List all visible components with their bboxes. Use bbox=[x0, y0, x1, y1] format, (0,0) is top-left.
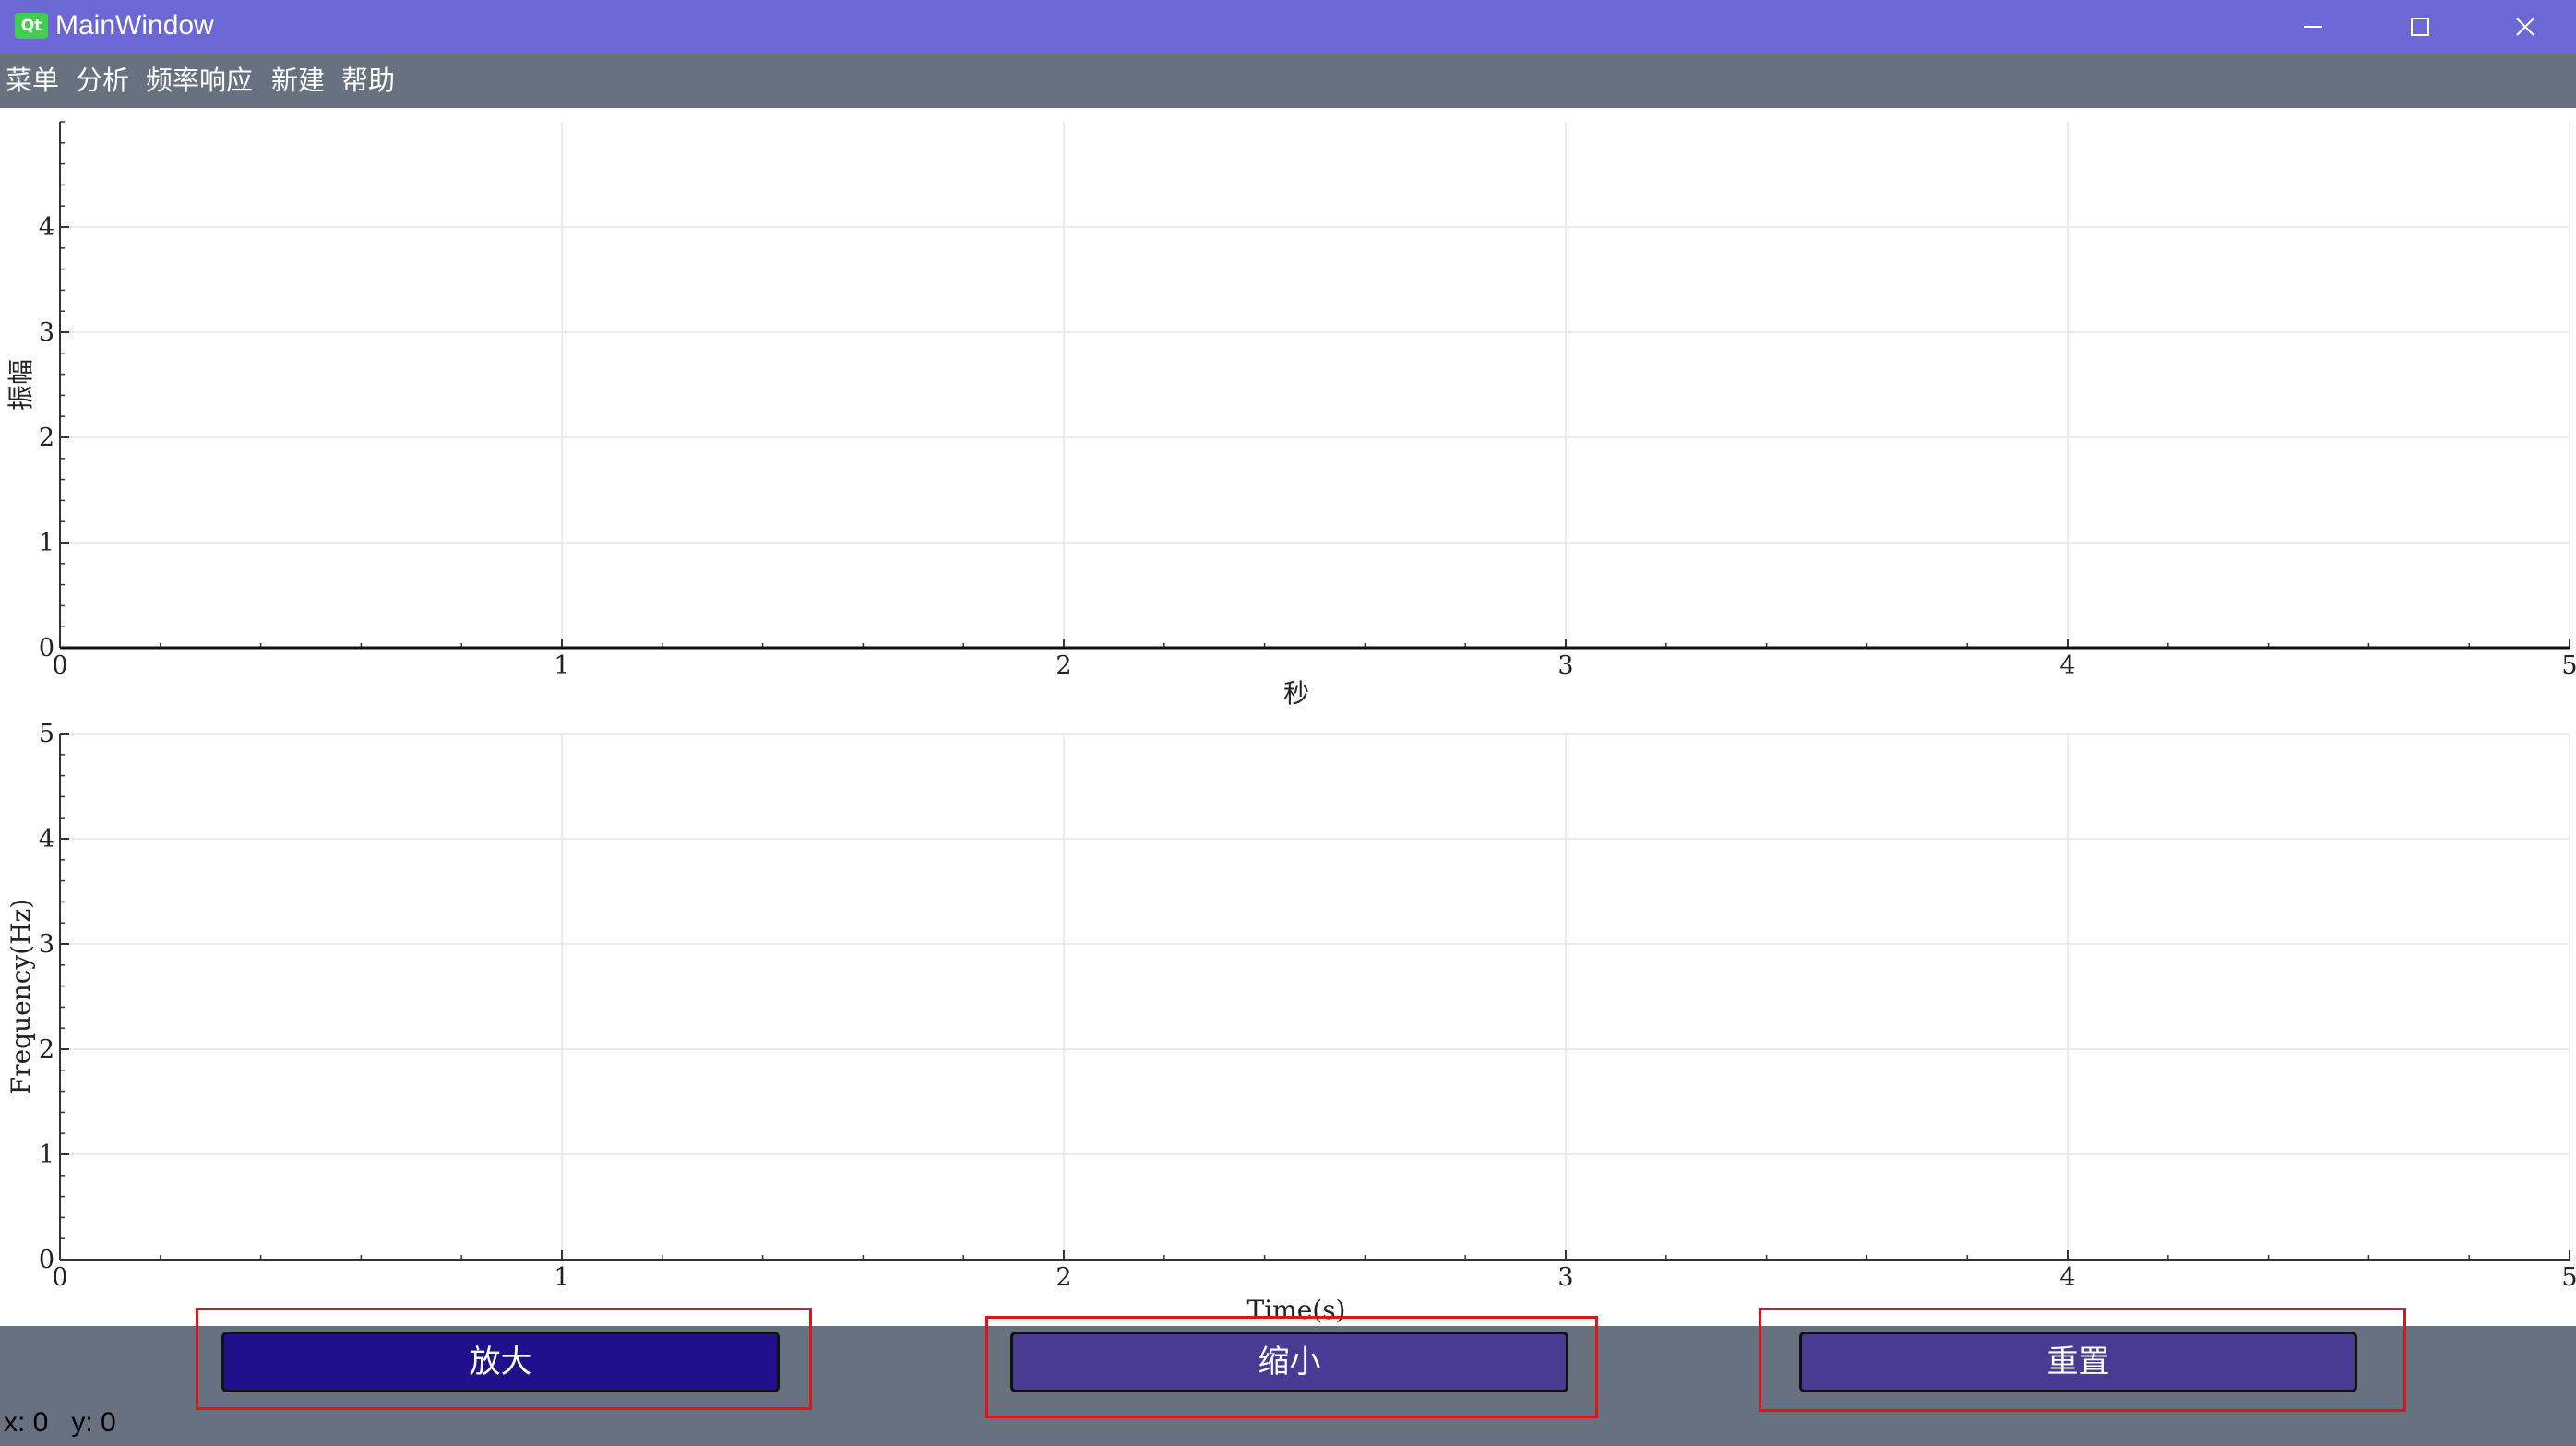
plot2-x-tick-label: 5 bbox=[2561, 1263, 2576, 1292]
menu-item-analysis[interactable]: 分析 bbox=[76, 62, 129, 99]
plot2-x-tick-label: 2 bbox=[1055, 1263, 1071, 1292]
plot1-x-tick-label: 2 bbox=[1055, 651, 1071, 680]
plot1-y-tick-label: 4 bbox=[39, 213, 54, 242]
plot1-x-tick-label: 3 bbox=[1557, 651, 1573, 680]
menu-item-new[interactable]: 新建 bbox=[271, 62, 325, 99]
plot2-x-tick-label: 1 bbox=[554, 1263, 569, 1292]
menu-item-frequency-response[interactable]: 频率响应 bbox=[146, 62, 253, 99]
plot2-y-tick-label: 4 bbox=[39, 825, 54, 854]
maximize-button[interactable] bbox=[2369, 0, 2471, 53]
plot1-y-tick-label: 1 bbox=[39, 529, 54, 557]
window-title: MainWindow bbox=[55, 10, 214, 41]
plot2-x-axis-title: Time(s) bbox=[1247, 1295, 1346, 1325]
plot1-x-axis-title: 秒 bbox=[1283, 678, 1309, 709]
plot2-y-axis-title: Frequency(Hz) bbox=[6, 899, 36, 1094]
zoom-out-button[interactable]: 缩小 bbox=[1010, 1332, 1568, 1392]
plot2-y-tick-label: 3 bbox=[39, 930, 54, 959]
reset-button[interactable]: 重置 bbox=[1799, 1332, 2357, 1392]
plots-canvas[interactable]: 0 1 2 3 4 501234秒振幅0 1 2 3 4 5012345Time(s)Frequen… bbox=[0, 108, 2576, 1326]
coordinate-readout: x: 0 y: 0 bbox=[4, 1407, 116, 1439]
plot1-y-tick-label: 3 bbox=[39, 318, 54, 347]
qt-logo-icon: Qt bbox=[15, 13, 48, 39]
plot2-x-tick-label: 4 bbox=[2059, 1263, 2075, 1292]
plot1-y-axis-title: 振幅 bbox=[6, 359, 36, 411]
y-coordinate: y: 0 bbox=[71, 1407, 116, 1438]
plot1-x-tick-label: 4 bbox=[2059, 651, 2075, 680]
plot1-x-tick-label: 5 bbox=[2561, 651, 2576, 680]
plot-area[interactable]: 0 1 2 3 4 5 0 1 2 3 4 秒振幅 0 1 2 3 4 5 0 1 2 3 4 5 Time(s) Frequen… bbox=[0, 108, 2576, 1326]
close-button[interactable] bbox=[2475, 0, 2576, 53]
x-coordinate: x: 0 bbox=[4, 1407, 49, 1438]
minimize-button[interactable] bbox=[2262, 0, 2364, 53]
plot1-x-tick-label: 1 bbox=[554, 651, 569, 680]
title-bar: Qt MainWindow bbox=[0, 0, 2576, 53]
plot2-x-tick-label: 3 bbox=[1557, 1263, 1573, 1292]
plot2-y-tick-label: 1 bbox=[39, 1141, 54, 1169]
minimize-icon bbox=[2304, 26, 2322, 28]
plot1-y-tick-label: 2 bbox=[39, 424, 54, 452]
plot1-y-tick-label: 0 bbox=[39, 634, 54, 663]
maximize-icon bbox=[2411, 18, 2429, 36]
close-icon bbox=[2516, 18, 2534, 36]
zoom-in-button[interactable]: 放大 bbox=[221, 1332, 780, 1392]
control-panel: 放大 缩小 重置 x: 0 y: 0 bbox=[0, 1308, 2576, 1446]
menu-item-help[interactable]: 帮助 bbox=[341, 62, 395, 99]
menu-item-menu[interactable]: 菜单 bbox=[6, 62, 59, 99]
menu-bar: 菜单 分析 频率响应 新建 帮助 bbox=[0, 53, 2576, 108]
plot2-y-tick-label: 0 bbox=[39, 1246, 54, 1274]
plot2-y-tick-label: 5 bbox=[39, 720, 54, 748]
plot2-y-tick-label: 2 bbox=[39, 1035, 54, 1064]
